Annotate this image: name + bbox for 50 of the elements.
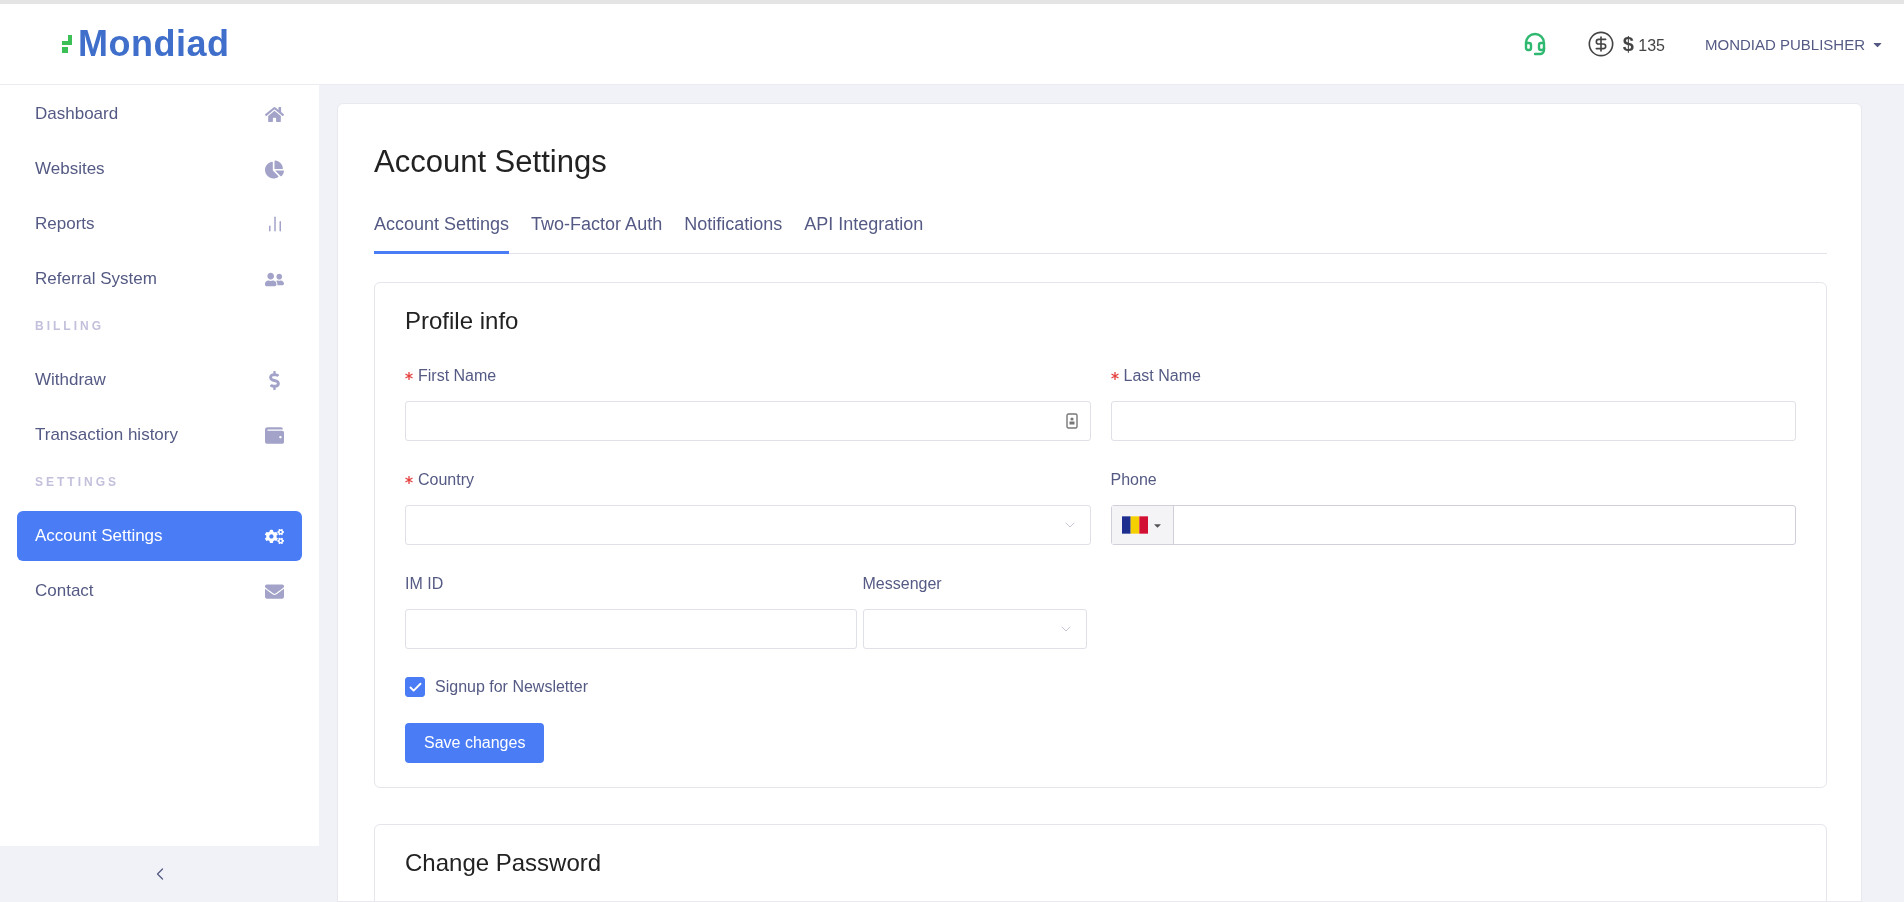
sidebar-item[interactable]: Dashboard (17, 89, 302, 139)
tab[interactable]: Two-Factor Auth (531, 208, 663, 254)
sidebar-item[interactable]: Account Settings (17, 511, 302, 561)
tab[interactable]: API Integration (804, 208, 924, 254)
collapse-sidebar-button[interactable] (0, 846, 319, 902)
required-asterisk-icon (1110, 372, 1119, 380)
field-label: Phone (1110, 470, 1158, 490)
section-title: Change Password (405, 849, 603, 877)
field-label: Last Name (1110, 365, 1796, 387)
text-field[interactable] (405, 401, 1091, 441)
text-field[interactable] (1110, 401, 1796, 441)
checkbox[interactable] (405, 677, 425, 697)
user-menu[interactable]: MONDIAD PUBLISHER (1704, 35, 1884, 53)
sidebar-item[interactable]: Contact (17, 566, 302, 616)
sidebar-item[interactable]: Transaction history (17, 410, 302, 460)
save-button[interactable]: Save changes (405, 723, 545, 763)
select-field[interactable] (405, 505, 1091, 545)
page-title: Account Settings (374, 144, 608, 180)
wallet-icon (265, 425, 284, 445)
envelope-icon (265, 581, 284, 601)
contact-card-icon (1065, 413, 1078, 429)
sidebar-section-label: SETTINGS (34, 474, 120, 491)
tab[interactable]: Notifications (684, 208, 783, 254)
text-field[interactable] (405, 609, 857, 649)
home-icon (265, 104, 284, 124)
balance-text: $ 135 (1622, 32, 1665, 56)
sidebar-item[interactable]: Referral System (17, 254, 302, 304)
bar-chart-icon (266, 215, 284, 233)
required-asterisk-icon (405, 476, 413, 484)
field-label: Country (405, 469, 1091, 491)
flag-icon (1121, 516, 1148, 534)
section-title: Profile info (405, 307, 520, 335)
sidebar-item[interactable]: Withdraw (17, 355, 302, 405)
field-label: Messenger (862, 574, 943, 594)
sidebar-section-label: BILLING (34, 318, 105, 335)
tab[interactable]: Account Settings (374, 208, 510, 254)
country-code-button[interactable] (1111, 506, 1174, 544)
sidebar-item[interactable]: Websites (17, 144, 302, 194)
sidebar-item[interactable]: Reports (17, 199, 302, 249)
pie-chart-icon (265, 159, 284, 179)
checkbox-label: Signup for Newsletter (435, 678, 588, 696)
field-label: First Name (405, 365, 1091, 387)
select-field[interactable] (862, 609, 1087, 649)
field-label: IM ID (405, 574, 445, 594)
logo-text: Mondiad (78, 23, 230, 65)
required-asterisk-icon (405, 372, 413, 380)
support-headset-icon[interactable] (1522, 32, 1547, 56)
phone-field[interactable] (1110, 505, 1796, 545)
dollar-circle-icon (1586, 30, 1615, 58)
gears-icon (265, 526, 284, 546)
